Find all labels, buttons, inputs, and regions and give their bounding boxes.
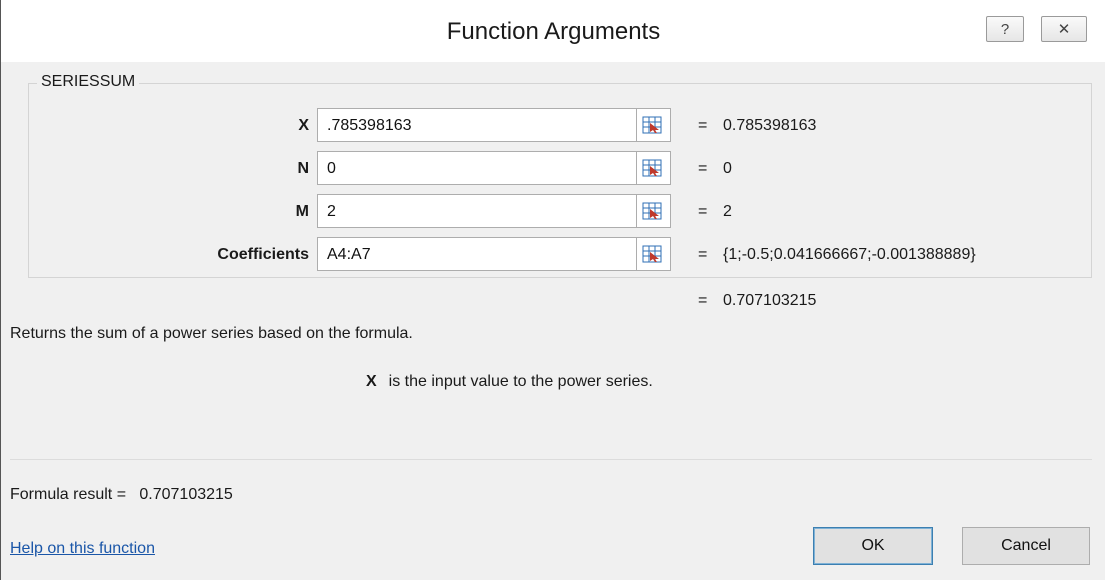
range-select-icon [642,116,662,134]
dialog-title: Function Arguments [446,18,661,45]
function-arguments-dialog: Function Arguments ? ✕ SERIESSUM X .7853… [0,0,1105,580]
arg-input-coefficients[interactable]: A4:A7 [317,237,637,271]
ref-button-coefficients[interactable] [637,237,671,271]
close-button[interactable]: ✕ [1041,16,1087,42]
equals-sign: = [698,160,708,177]
argument-help: Xis the input value to the power series. [366,373,653,391]
title-bar: Function Arguments ? ✕ [1,0,1105,62]
arg-label-n: N [297,160,309,177]
result-equals-sign: = [698,292,708,309]
help-button[interactable]: ? [986,16,1024,42]
close-icon: ✕ [1057,21,1071,38]
formula-result: Formula result = 0.707103215 [10,486,233,504]
range-select-icon [642,159,662,177]
ref-button-x[interactable] [637,108,671,142]
function-result-value: 0.707103215 [723,292,817,309]
arg-label-x: X [298,117,309,134]
divider [10,459,1092,460]
question-icon: ? [1000,20,1010,38]
equals-sign: = [698,246,708,263]
formula-result-label: Formula result = [10,486,127,503]
help-on-function-link[interactable]: Help on this function [10,540,155,558]
equals-sign: = [698,203,708,220]
function-description: Returns the sum of a power series based … [10,325,413,342]
formula-result-value: 0.707103215 [139,486,233,503]
equals-sign: = [698,117,708,134]
ok-button[interactable]: OK [813,527,933,565]
arg-input-x[interactable]: .785398163 [317,108,637,142]
ref-button-m[interactable] [637,194,671,228]
range-select-icon [642,202,662,220]
arg-label-coefficients: Coefficients [217,246,309,263]
cancel-button[interactable]: Cancel [962,527,1090,565]
arg-input-n[interactable]: 0 [317,151,637,185]
function-name: SERIESSUM [37,73,140,91]
arg-input-m[interactable]: 2 [317,194,637,228]
arg-label-m: M [295,203,309,220]
argument-help-name: X [366,373,377,390]
arg-value-m: 2 [723,203,732,220]
range-select-icon [642,245,662,263]
arg-value-n: 0 [723,160,732,177]
arg-value-x: 0.785398163 [723,117,817,134]
arg-value-coefficients: {1;-0.5;0.041666667;-0.001388889} [723,246,976,263]
argument-help-text: is the input value to the power series. [388,373,653,390]
ref-button-n[interactable] [637,151,671,185]
